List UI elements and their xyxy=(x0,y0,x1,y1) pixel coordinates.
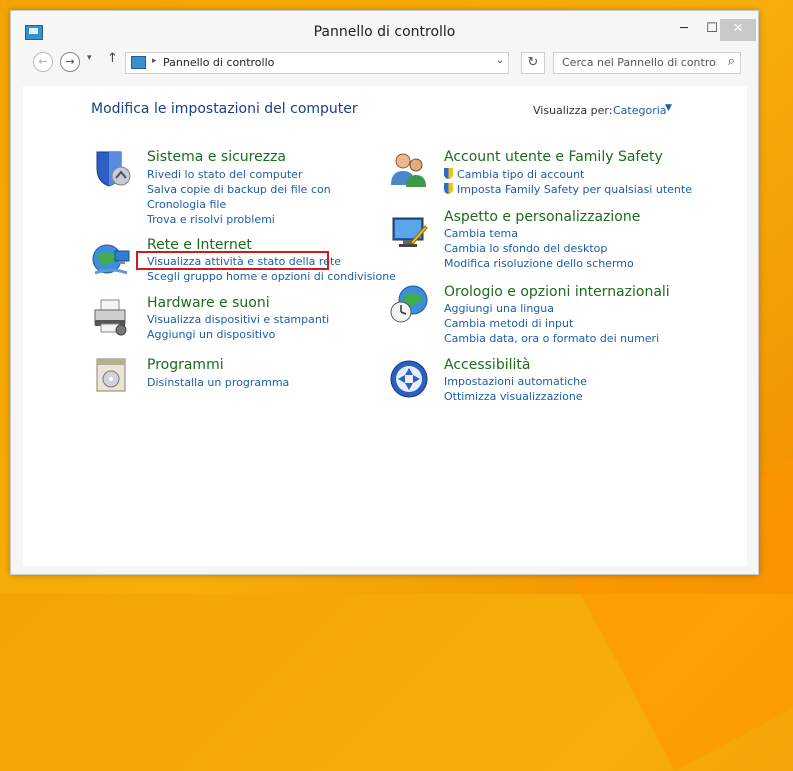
forward-button[interactable]: → xyxy=(60,52,80,72)
link-devices-printers[interactable]: Visualizza dispositivi e stampanti xyxy=(147,312,329,327)
category-title[interactable]: Accessibilità xyxy=(444,357,587,373)
users-icon[interactable] xyxy=(389,149,429,189)
link-optimize-display[interactable]: Ottimizza visualizzazione xyxy=(444,389,587,404)
category-title[interactable]: Aspetto e personalizzazione xyxy=(444,209,640,225)
link-text[interactable]: Imposta Family Safety per qualsiasi uten… xyxy=(457,183,692,196)
shield-icon[interactable] xyxy=(91,148,131,188)
page-title: Modifica le impostazioni del computer xyxy=(91,101,358,117)
highlight-box xyxy=(136,251,329,270)
back-button[interactable]: ← xyxy=(33,52,53,72)
up-button[interactable]: ↑ xyxy=(107,51,118,66)
window-title: Pannello di controllo xyxy=(313,24,456,40)
category-title[interactable]: Sistema e sicurezza xyxy=(147,149,373,165)
link-change-account-type[interactable]: Cambia tipo di account xyxy=(444,167,692,182)
printer-icon[interactable] xyxy=(91,296,131,336)
uac-shield-icon xyxy=(444,168,453,179)
close-button[interactable]: ✕ xyxy=(720,19,756,41)
accessibility-icon[interactable] xyxy=(389,359,429,399)
link-screen-resolution[interactable]: Modifica risoluzione dello schermo xyxy=(444,256,640,271)
uac-shield-icon xyxy=(444,183,453,194)
link-add-device[interactable]: Aggiungi un dispositivo xyxy=(147,327,329,342)
control-panel-icon xyxy=(131,56,146,69)
network-globe-icon[interactable] xyxy=(91,239,131,279)
category-accessibility: Accessibilità Impostazioni automatiche O… xyxy=(444,357,587,404)
clock-globe-icon[interactable] xyxy=(389,284,429,324)
minimize-button[interactable]: ─ xyxy=(671,19,697,41)
link-homegroup-sharing[interactable]: Scegli gruppo home e opzioni di condivis… xyxy=(147,269,396,284)
category-appearance: Aspetto e personalizzazione Cambia tema … xyxy=(444,209,640,271)
link-file-history-backup[interactable]: Salva copie di backup dei file con Crono… xyxy=(147,182,373,212)
category-title[interactable]: Account utente e Family Safety xyxy=(444,149,692,165)
link-family-safety[interactable]: Imposta Family Safety per qualsiasi uten… xyxy=(444,182,692,197)
search-input[interactable] xyxy=(560,55,719,70)
breadcrumb-separator-icon[interactable]: ▸ xyxy=(152,56,157,66)
address-dropdown-icon[interactable]: ⌄ xyxy=(496,55,504,66)
link-change-input-methods[interactable]: Cambia metodi di input xyxy=(444,316,670,331)
link-change-theme[interactable]: Cambia tema xyxy=(444,226,640,241)
link-automatic-settings[interactable]: Impostazioni automatiche xyxy=(444,374,587,389)
appearance-icon[interactable] xyxy=(389,212,429,252)
link-uninstall-program[interactable]: Disinstalla un programma xyxy=(147,375,289,390)
link-troubleshoot[interactable]: Trova e risolvi problemi xyxy=(147,212,373,227)
link-text[interactable]: Cambia tipo di account xyxy=(457,168,584,181)
view-by-dropdown[interactable]: Categoria xyxy=(613,104,667,117)
link-add-language[interactable]: Aggiungi una lingua xyxy=(444,301,670,316)
category-user-accounts: Account utente e Family Safety Cambia ti… xyxy=(444,149,692,197)
search-icon[interactable]: ⌕ xyxy=(728,54,735,69)
link-date-time-format[interactable]: Cambia data, ora o formato dei numeri xyxy=(444,331,670,346)
category-system-security: Sistema e sicurezza Rivedi lo stato del … xyxy=(147,149,373,227)
chevron-down-icon[interactable]: ▼ xyxy=(665,103,672,113)
title-bar[interactable]: Pannello di controllo ─ ☐ ✕ xyxy=(11,11,758,51)
category-hardware-sound: Hardware e suoni Visualizza dispositivi … xyxy=(147,295,329,342)
view-by-label: Visualizza per: xyxy=(533,104,613,117)
control-panel-window: Pannello di controllo ─ ☐ ✕ ← → ▾ ↑ ▸ Pa… xyxy=(10,10,759,575)
refresh-button[interactable]: ↻ xyxy=(521,52,545,74)
category-title[interactable]: Programmi xyxy=(147,357,289,373)
category-programs: Programmi Disinstalla un programma xyxy=(147,357,289,390)
category-title[interactable]: Orologio e opzioni internazionali xyxy=(444,284,670,300)
link-review-computer-status[interactable]: Rivedi lo stato del computer xyxy=(147,167,373,182)
category-title[interactable]: Hardware e suoni xyxy=(147,295,329,311)
breadcrumb-control-panel[interactable]: Pannello di controllo xyxy=(163,56,274,69)
category-clock-region: Orologio e opzioni internazionali Aggiun… xyxy=(444,284,670,346)
link-change-background[interactable]: Cambia lo sfondo del desktop xyxy=(444,241,640,256)
programs-icon[interactable] xyxy=(91,355,131,395)
recent-locations-button[interactable]: ▾ xyxy=(87,53,92,63)
search-box[interactable]: ⌕ xyxy=(553,52,741,74)
address-bar[interactable]: ▸ Pannello di controllo ⌄ xyxy=(125,52,509,74)
